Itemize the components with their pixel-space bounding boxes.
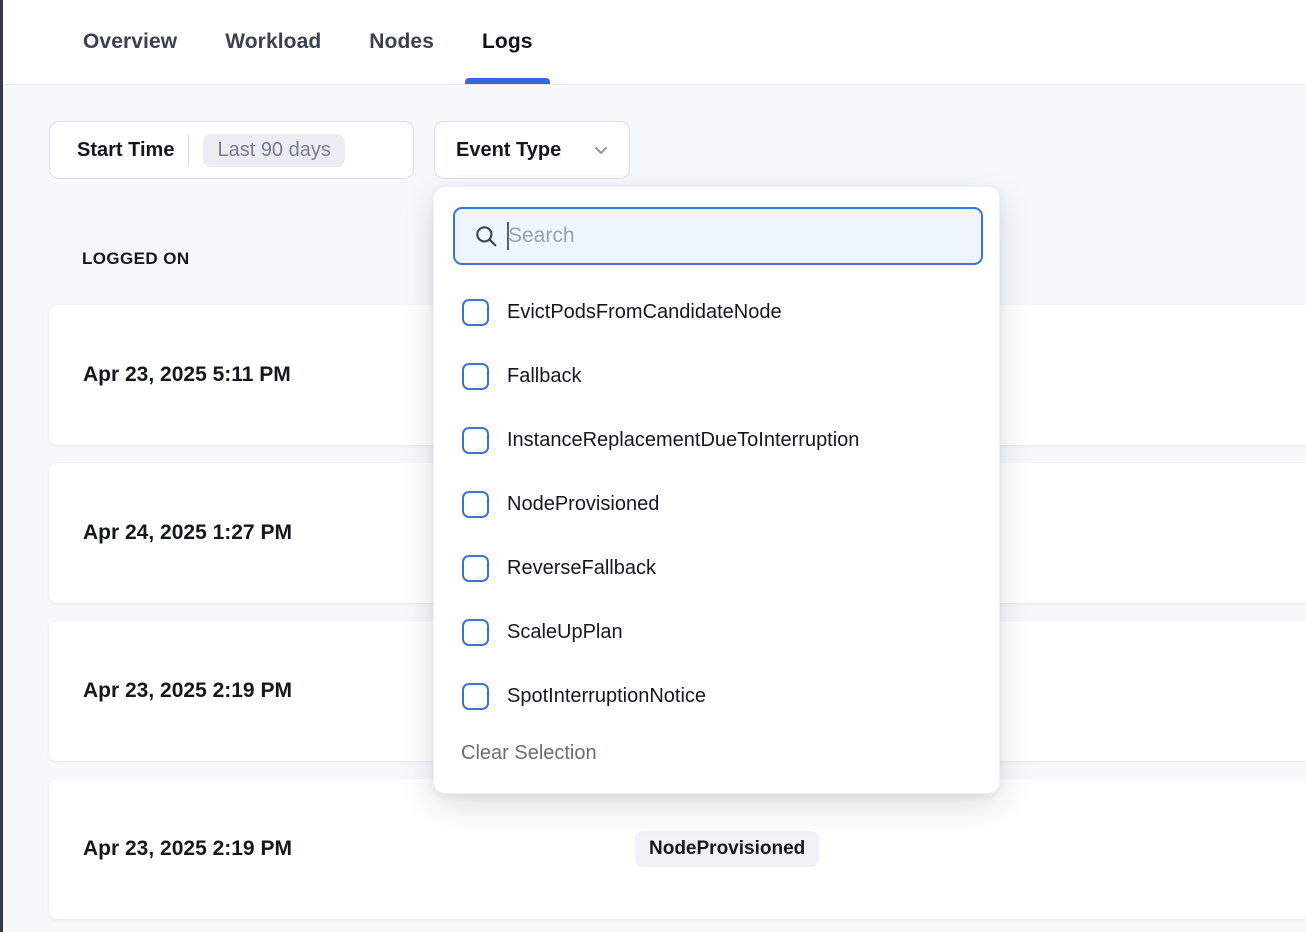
option-evictpodsfromcandidatenode[interactable]: EvictPodsFromCandidateNode <box>434 280 999 344</box>
clear-selection-button[interactable]: Clear Selection <box>461 742 597 765</box>
option-label: EvictPodsFromCandidateNode <box>507 301 782 324</box>
app-edge-divider <box>0 0 3 932</box>
option-scaleupplan[interactable]: ScaleUpPlan <box>434 600 999 664</box>
log-row[interactable]: Apr 23, 2025 2:19 PM NodeProvisioned <box>49 779 1306 919</box>
option-label: ScaleUpPlan <box>507 621 623 644</box>
option-label: InstanceReplacementDueToInterruption <box>507 429 859 452</box>
event-type-filter-button[interactable]: Event Type <box>434 121 630 179</box>
start-time-filter-value: Last 90 days <box>203 134 344 167</box>
logged-on-value: Apr 24, 2025 1:27 PM <box>83 521 292 545</box>
logged-on-value: Apr 23, 2025 2:19 PM <box>83 679 292 703</box>
tab-bar: Overview Workload Nodes Logs <box>0 0 1306 85</box>
option-reversefallback[interactable]: ReverseFallback <box>434 536 999 600</box>
column-header-logged-on: LOGGED ON <box>82 249 190 269</box>
filter-divider <box>188 135 189 165</box>
event-type-options-list: EvictPodsFromCandidateNode Fallback Inst… <box>434 280 999 728</box>
option-nodeprovisioned[interactable]: NodeProvisioned <box>434 472 999 536</box>
checkbox-icon[interactable] <box>462 491 489 518</box>
tab-logs[interactable]: Logs <box>482 0 533 84</box>
search-input[interactable] <box>508 224 969 248</box>
checkbox-icon[interactable] <box>462 427 489 454</box>
event-type-filter-label: Event Type <box>456 139 561 162</box>
option-fallback[interactable]: Fallback <box>434 344 999 408</box>
tab-overview[interactable]: Overview <box>83 0 177 84</box>
option-instancereplacementduetointerruption[interactable]: InstanceReplacementDueToInterruption <box>434 408 999 472</box>
checkbox-icon[interactable] <box>462 683 489 710</box>
option-label: SpotInterruptionNotice <box>507 685 706 708</box>
checkbox-icon[interactable] <box>462 555 489 582</box>
start-time-filter-label: Start Time <box>77 139 174 162</box>
event-type-badge: NodeProvisioned <box>635 831 819 867</box>
event-type-dropdown-panel: EvictPodsFromCandidateNode Fallback Inst… <box>433 186 1000 794</box>
tab-nodes[interactable]: Nodes <box>369 0 434 84</box>
checkbox-icon[interactable] <box>462 299 489 326</box>
chevron-down-icon <box>591 140 611 160</box>
dropdown-search-box[interactable] <box>453 207 983 265</box>
tab-workload[interactable]: Workload <box>225 0 321 84</box>
checkbox-icon[interactable] <box>462 619 489 646</box>
magnifier-icon <box>473 223 499 249</box>
option-label: ReverseFallback <box>507 557 656 580</box>
start-time-filter-button[interactable]: Start Time Last 90 days <box>49 121 414 179</box>
option-label: Fallback <box>507 365 581 388</box>
option-label: NodeProvisioned <box>507 493 659 516</box>
checkbox-icon[interactable] <box>462 363 489 390</box>
logged-on-value: Apr 23, 2025 2:19 PM <box>83 837 292 861</box>
logged-on-value: Apr 23, 2025 5:11 PM <box>83 363 291 387</box>
option-spotinterruptionnotice[interactable]: SpotInterruptionNotice <box>434 664 999 728</box>
